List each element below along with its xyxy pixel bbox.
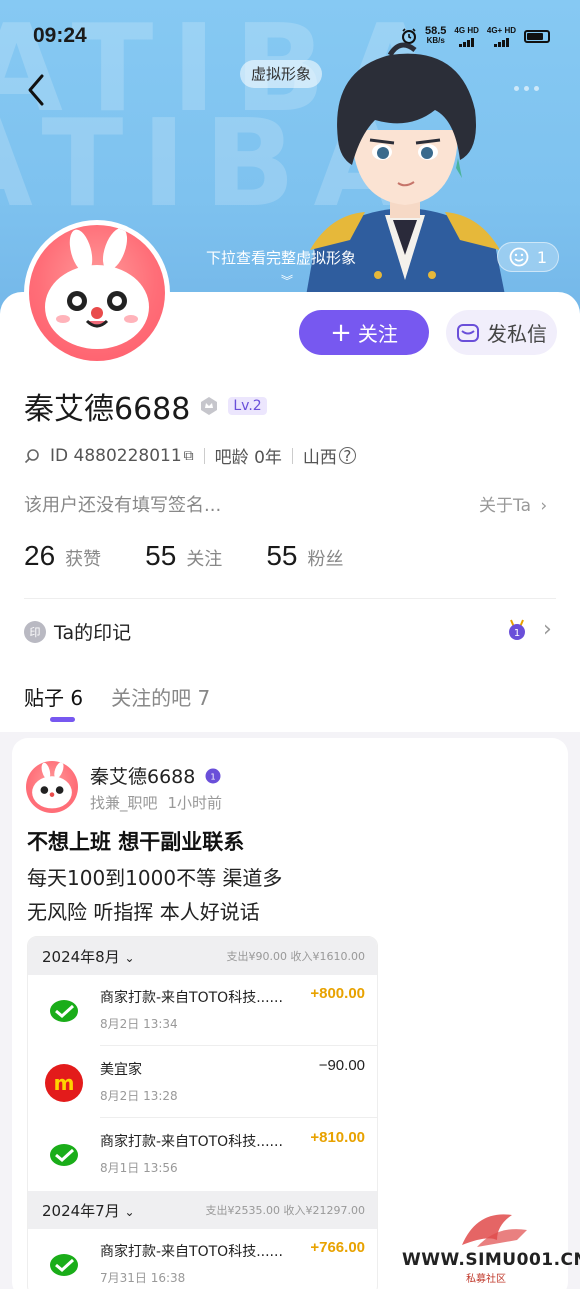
crown-badge-icon (201, 397, 218, 415)
marks-label: Ta的印记 (54, 622, 132, 644)
level-badge: Lv.2 (228, 397, 267, 415)
about-link[interactable]: 关于Ta › (479, 491, 547, 516)
medal-icon: 1 (205, 768, 221, 783)
chevron-right-icon: › (543, 617, 552, 642)
divider (24, 598, 556, 599)
plus-icon: + (330, 317, 352, 348)
post-meta: 找兼_职吧 1小时前 (90, 792, 222, 813)
status-time: 09:24 (33, 24, 87, 47)
copy-id-icon[interactable]: ⧉ (184, 448, 194, 464)
profile-tabs: 贴子 6 关注的吧 7 (24, 682, 210, 722)
transaction-row: m 美宜家 8月2日 13:28 −90.00 (28, 1047, 377, 1119)
mark-icon: 印 (24, 620, 46, 643)
chevron-down-icon: ⌄ (124, 950, 135, 965)
location: 山西 (302, 448, 337, 468)
battery-icon (524, 29, 550, 43)
stat-followers[interactable]: 55 粉丝 (266, 540, 343, 572)
transaction-row: 商家打款-来自TOTO科技...... 8月1日 13:56 +810.00 (28, 1119, 377, 1191)
marks-row[interactable]: 印 Ta的印记 (24, 618, 131, 645)
post-title: 不想上班 想干副业联系 (27, 830, 245, 854)
profile-meta: ID 4880228011 ⧉ 吧龄 0年 山西 ? (24, 443, 356, 468)
mail-icon (457, 323, 479, 342)
post-time: 1小时前 (167, 794, 223, 812)
month-header: 2024年8月 ⌄ 支出¥90.00 收入¥1610.00 (28, 937, 377, 975)
watermark-cn: 私募社区 (466, 1274, 506, 1285)
back-arrow-icon[interactable] (26, 72, 48, 108)
wechat-pay-icon (50, 1254, 78, 1276)
question-icon[interactable]: ? (338, 447, 356, 465)
post-author-name[interactable]: 秦艾德6688 (90, 762, 195, 789)
stats-row: 26 获赞 55 关注 55 粉丝 (24, 540, 343, 572)
bar-age: 吧龄 0年 (214, 448, 282, 468)
marks-preview[interactable]: 1 › (505, 617, 552, 642)
username-row: 秦艾德6688 Lv.2 (24, 384, 267, 428)
bunny-avatar-image (32, 762, 72, 809)
medal-icon: 1 (509, 619, 525, 640)
post-body-line: 无风险 听指挥 本人好说话 (27, 900, 260, 924)
meiyijia-logo: m (45, 1064, 83, 1102)
smile-icon (509, 247, 529, 267)
avatar-like-count: 1 (536, 247, 548, 267)
post-author-row: 秦艾德6688 1 (90, 762, 223, 789)
wechat-pay-icon (50, 1144, 78, 1166)
chevron-right-icon: › (540, 496, 548, 516)
tab-posts[interactable]: 贴子 6 (24, 682, 83, 722)
month-header: 2024年7月 ⌄ 支出¥2535.00 收入¥21297.00 (28, 1191, 377, 1229)
chevron-down-icon: ︾ (281, 274, 294, 288)
svg-text:1: 1 (211, 771, 216, 781)
post-image-receipt[interactable]: 2024年8月 ⌄ 支出¥90.00 收入¥1610.00 商家打款-来自TOT… (27, 936, 378, 1289)
wechat-pay-icon (50, 1000, 78, 1022)
search-icon (24, 448, 39, 463)
transaction-row: 商家打款-来自TOTO科技...... 7月31日 16:38 +766.00 (28, 1229, 377, 1289)
follow-button[interactable]: + 关注 (299, 310, 429, 355)
bunny-avatar-image (45, 228, 149, 349)
chevron-down-icon: ⌄ (124, 1204, 135, 1219)
username: 秦艾德6688 (24, 392, 191, 427)
post-author-avatar[interactable] (26, 761, 78, 813)
post-body-line: 每天100到1000不等 渠道多 (27, 866, 283, 890)
watermark-url: WWW.SIMU001.CN (402, 1250, 580, 1270)
pull-down-hint: 下拉查看完整虚拟形象 (206, 249, 357, 267)
avatar-like-button[interactable]: 1 (497, 242, 559, 272)
svg-text:1: 1 (514, 628, 520, 639)
user-id: ID 4880228011 (50, 445, 182, 466)
svg-text:m: m (54, 1071, 75, 1095)
post-forum[interactable]: 找兼_职吧 (90, 792, 158, 813)
stat-following[interactable]: 55 关注 (145, 540, 222, 572)
avatar[interactable] (24, 220, 170, 366)
tab-followed-bars[interactable]: 关注的吧 7 (111, 682, 210, 711)
virtual-avatar-character (300, 42, 512, 330)
send-message-button[interactable]: 发私信 (446, 310, 557, 355)
transaction-row: 商家打款-来自TOTO科技...... 8月2日 13:34 +800.00 (28, 975, 377, 1047)
signature: 该用户还没有填写签名... (24, 495, 222, 516)
stat-likes[interactable]: 26 获赞 (24, 540, 101, 572)
